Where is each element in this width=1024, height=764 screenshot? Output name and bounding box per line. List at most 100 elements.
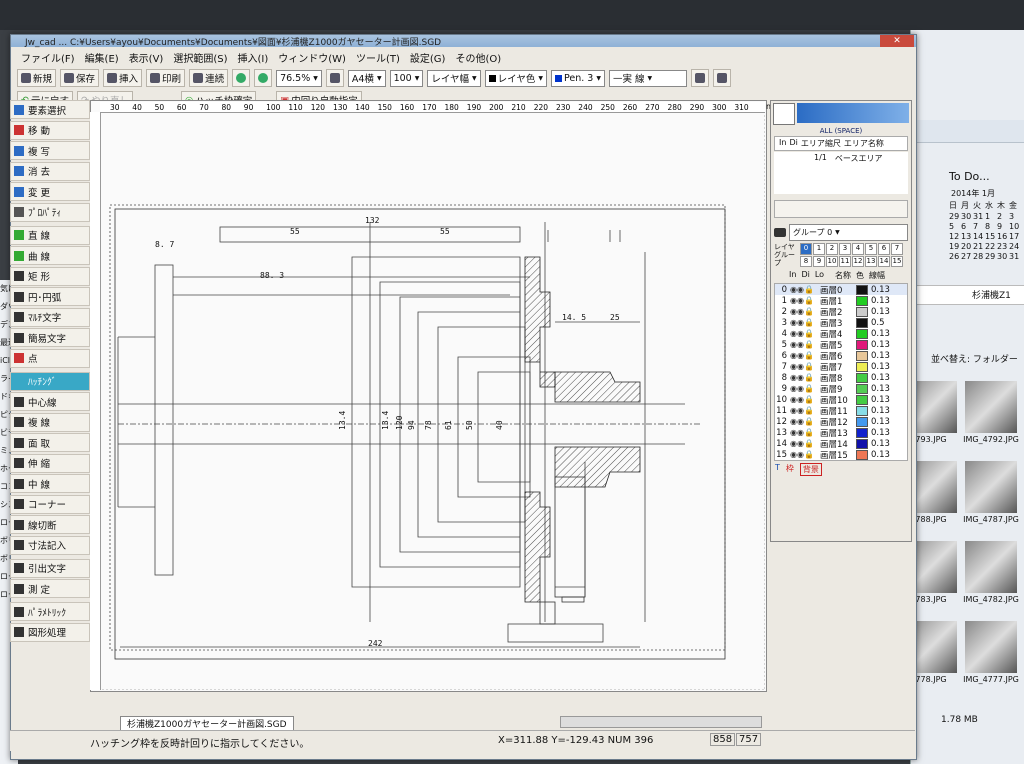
calendar-day[interactable]: 29 [985,252,997,261]
group-number[interactable]: 4 [852,243,864,255]
layer-row[interactable]: 0 ◉◉🔒 画層0 0.13 [775,284,907,296]
calendar-day[interactable]: 14 [973,232,985,241]
tool-16[interactable]: 面 取 [10,433,90,452]
calendar-grid[interactable]: 日月火水木金 29 30 31 1 2 3 5 6 7 8 9 10 12 13 14 15 16 17 19 20 21… [949,200,1024,261]
zoom-select[interactable]: 76.5% [276,69,322,87]
menu-other[interactable]: その他(O) [455,50,501,65]
layer-visibility-icon[interactable]: ◉◉🔒 [790,384,820,393]
pen-select[interactable]: Pen. 3 [551,69,605,87]
text-toggle[interactable]: T [775,463,780,476]
calendar-day[interactable]: 31 [1009,252,1021,261]
layer-visibility-icon[interactable]: ◉◉🔒 [790,307,820,316]
tool-21[interactable]: 寸法記入 [10,535,90,555]
tool-10[interactable]: ﾏﾙﾁ文字 [10,307,90,327]
layer-color-swatch[interactable] [856,438,868,449]
document-tab[interactable]: 杉浦機Z1000ガヤセーター計画図.SGD [120,716,294,731]
batch-print-button[interactable]: 連続 [189,69,229,87]
calendar-day[interactable]: 8 [985,222,997,231]
calendar-day[interactable]: 20 [961,242,973,251]
calendar-day[interactable]: 5 [949,222,961,231]
scale-select[interactable]: 100 [389,69,424,87]
tool-17[interactable]: 伸 縮 [10,453,90,473]
layer-color-swatch[interactable] [856,394,868,405]
group-number[interactable]: 1 [813,243,825,255]
menu-tools[interactable]: ツール(T) [356,50,400,65]
layer-color-swatch[interactable] [856,306,868,317]
group-number[interactable]: 12 [852,255,864,267]
layer-visibility-icon[interactable]: ◉◉🔒 [790,329,820,338]
tool-15[interactable]: 複 線 [10,412,90,432]
tool-11[interactable]: 簡易文字 [10,328,90,347]
layer-visibility-icon[interactable]: ◉◉🔒 [790,406,820,415]
layer-row[interactable]: 9 ◉◉🔒 画層9 0.13 [775,383,907,395]
horizontal-scrollbar[interactable] [560,716,762,728]
tool-14[interactable]: 中心線 [10,392,90,411]
layer-color-swatch[interactable] [856,405,868,416]
group-number[interactable]: 10 [826,255,838,267]
layer-row[interactable]: 4 ◉◉🔒 画層4 0.13 [775,328,907,340]
calendar-day[interactable]: 19 [949,242,961,251]
tool-3[interactable]: 消 去 [10,161,90,181]
layer-row[interactable]: 2 ◉◉🔒 画層2 0.13 [775,306,907,318]
tool-24[interactable]: ﾊﾟﾗﾒﾄﾘｯｸ [10,602,90,621]
layer-visibility-icon[interactable]: ◉◉🔒 [790,340,820,349]
group-number[interactable]: 9 [813,255,825,267]
layer-row[interactable]: 11 ◉◉🔒 画層11 0.13 [775,405,907,417]
layer-color-swatch[interactable] [856,361,868,372]
new-button[interactable]: 新規 [17,69,57,87]
tool-19[interactable]: コーナー [10,494,90,514]
thumbnail[interactable]: IMG_4777.JPG [961,615,1021,695]
calendar-day[interactable]: 2 [997,212,1009,221]
folder-path[interactable]: 杉浦機Z1 [911,285,1024,305]
calendar-day[interactable]: 6 [961,222,973,231]
layer-row[interactable]: 5 ◉◉🔒 画層5 0.13 [775,339,907,351]
menu-selection[interactable]: 選択範囲(S) [173,50,227,65]
calendar-day[interactable]: 24 [1009,242,1021,251]
thumbnail-grid[interactable]: 793.JPG IMG_4792.JPG 788.JPG IMG_4787.JPG 78… [901,375,1024,695]
menu-window[interactable]: ウィンドウ(W) [278,50,346,65]
grid-snap-icon[interactable] [773,103,795,125]
tool-7[interactable]: 曲 線 [10,246,90,265]
layer-row[interactable]: 7 ◉◉🔒 画層7 0.13 [775,361,907,373]
layer-visibility-icon[interactable]: ◉◉🔒 [790,395,820,404]
calendar-day[interactable]: 3 [1009,212,1021,221]
layer-row[interactable]: 3 ◉◉🔒 画層3 0.5 [775,317,907,329]
layer-row[interactable]: 15 ◉◉🔒 画層15 0.13 [775,449,907,461]
calendar-day[interactable]: 1 [985,212,997,221]
snap-mode-icons[interactable] [797,103,909,123]
layer-visibility-icon[interactable]: ◉◉🔒 [790,373,820,382]
tool-23[interactable]: 測 定 [10,579,90,598]
calendar-day[interactable]: 13 [961,232,973,241]
calendar-day[interactable]: 27 [961,252,973,261]
window-button[interactable] [712,69,731,87]
title-bar[interactable]: Jw_cad ... C:¥Users¥ayou¥Documents¥Docum… [11,35,916,48]
layer-color-swatch[interactable] [856,449,868,460]
save-button[interactable]: 保存 [60,69,100,87]
area-row[interactable]: 1/1 ベースエリア [774,152,908,194]
layer-visibility-icon[interactable]: ◉◉🔒 [790,439,820,448]
background-toggle[interactable]: 背景 [799,463,822,476]
calendar-day[interactable]: 15 [985,232,997,241]
menu-edit[interactable]: 編集(E) [85,50,119,65]
layer-visibility-icon[interactable]: ◉◉🔒 [790,362,820,371]
layer-color-swatch[interactable] [856,317,868,328]
cad-drawing[interactable]: 132 55 55 8. 7 88. 3 14. 5 25 242 13.4 1… [100,112,765,690]
calendar-day[interactable]: 12 [949,232,961,241]
calendar-day[interactable]: 16 [997,232,1009,241]
layer-panel[interactable]: ALL (SPACE) In Di エリア縮尺 エリア名称 1/1 ベースエリア… [770,100,912,542]
group-number[interactable]: 3 [839,243,851,255]
calendar-day[interactable]: 21 [973,242,985,251]
group-number[interactable]: 2 [826,243,838,255]
tool-12[interactable]: 点 [10,348,90,368]
hand-button[interactable] [325,69,344,87]
layer-color-swatch[interactable] [856,339,868,350]
tool-0[interactable]: 要素選択 [10,100,90,119]
calendar-day[interactable]: 10 [1009,222,1021,231]
tool-25[interactable]: 図形処理 [10,622,90,642]
print-button[interactable]: 印刷 [146,69,186,87]
close-button[interactable]: ✕ [880,35,914,47]
layer-color-select[interactable]: レイヤ色 [484,69,548,87]
group-number[interactable]: 0 [800,243,812,255]
tool-22[interactable]: 引出文字 [10,558,90,578]
layer-row[interactable]: 6 ◉◉🔒 画層6 0.13 [775,350,907,362]
